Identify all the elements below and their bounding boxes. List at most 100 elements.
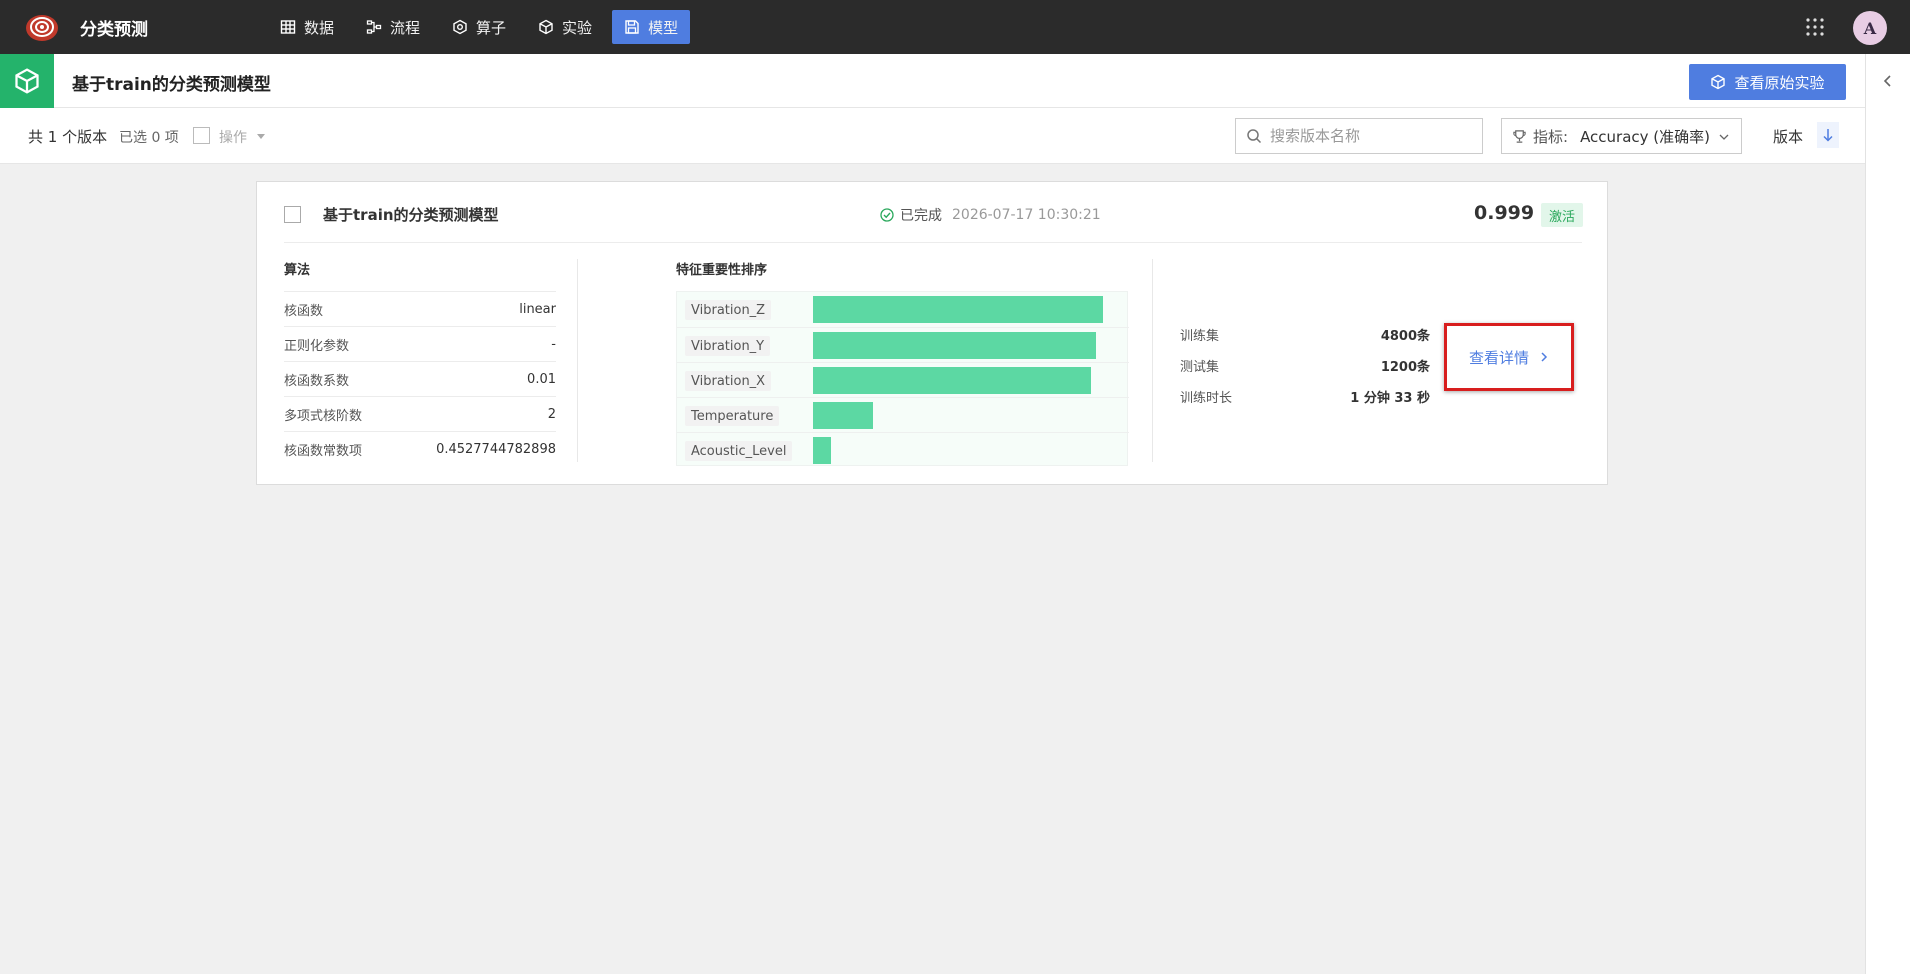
feature-row: Vibration_Y (677, 327, 1129, 362)
param-row: 正则化参数 - (284, 326, 556, 361)
select-all-checkbox[interactable] (193, 127, 210, 144)
app-logo-icon[interactable] (24, 11, 60, 43)
nav-item-flow[interactable]: 流程 (354, 10, 432, 44)
algorithm-params: 核函数 linear 正则化参数 - 核函数系数 0.01 多项式核阶数 2 核函数常数… (284, 291, 556, 466)
feature-label: Acoustic_Level (685, 441, 793, 461)
metric-value: Accuracy (准确率) (1580, 127, 1711, 146)
search-input[interactable] (1270, 127, 1470, 145)
trophy-icon (1513, 129, 1526, 143)
apps-grid-icon[interactable] (1805, 17, 1825, 37)
feature-row: Acoustic_Level (677, 432, 1129, 467)
column-divider (577, 259, 578, 462)
flow-icon (366, 20, 382, 34)
cube-icon (1711, 74, 1726, 90)
metric-select[interactable]: 指标: Accuracy (准确率) (1501, 118, 1742, 154)
nav-item-experiment[interactable]: 实验 (526, 10, 604, 44)
training-info-key: 测试集 (1180, 360, 1220, 375)
version-search[interactable] (1235, 118, 1483, 154)
nav-item-label: 模型 (648, 18, 679, 37)
sort-direction-button[interactable] (1817, 122, 1839, 148)
param-value: - (551, 336, 556, 352)
algorithm-section-title: 算法 (284, 263, 311, 278)
view-details-label: 查看详情 (1468, 348, 1529, 367)
save-icon (625, 20, 639, 34)
version-toolbar: 共 1 个版本 已选 0 项 操作 指标: Accuracy (准确率) 版本 (0, 108, 1865, 164)
version-status: 已完成 2026-07-17 10:30:21 (880, 205, 1101, 225)
avatar[interactable]: A (1853, 11, 1887, 45)
training-info-value: 1 分钟 33 秒 (1350, 391, 1430, 406)
feature-importance-chart: Vibration_Z Vibration_Y Vibration_X Tempera… (676, 291, 1129, 467)
nav-item-label: 算子 (476, 18, 507, 37)
status-timestamp: 2026-07-17 10:30:21 (952, 207, 1101, 223)
feature-row: Vibration_X (677, 362, 1129, 397)
feature-label: Vibration_X (685, 371, 772, 391)
metric-label: 指标: (1533, 127, 1569, 146)
feature-importance-bar (813, 402, 873, 429)
feature-importance-bar (813, 367, 1091, 394)
nav-item-data[interactable]: 数据 (268, 10, 346, 44)
version-count: 共 1 个版本 (28, 128, 108, 146)
param-key: 正则化参数 (284, 338, 350, 354)
status-badge: 激活 (1541, 203, 1584, 227)
page-title: 基于train的分类预测模型 (72, 75, 271, 95)
nav-item-operator[interactable]: 算子 (440, 10, 518, 44)
training-info-row: 训练集 4800条 (1180, 319, 1430, 350)
view-original-experiment-button[interactable]: 查看原始实验 (1689, 64, 1846, 100)
param-value: 0.01 (527, 371, 556, 387)
feature-importance-bar (813, 332, 1096, 359)
training-info-row: 训练时长 1 分钟 33 秒 (1180, 381, 1430, 412)
feature-row: Vibration_Z (677, 292, 1129, 327)
training-info-value: 1200条 (1380, 360, 1430, 375)
cube-icon (15, 68, 39, 94)
check-circle-icon (880, 208, 894, 222)
feature-label: Vibration_Z (685, 300, 772, 320)
app-title: 分类预测 (80, 20, 148, 40)
nav-item-model[interactable]: 模型 (612, 10, 691, 44)
feature-row: Temperature (677, 397, 1129, 432)
card-divider (284, 242, 1582, 243)
param-key: 核函数系数 (284, 373, 350, 389)
caret-down-icon (257, 134, 265, 139)
right-side-panel (1865, 54, 1910, 974)
operation-dropdown[interactable]: 操作 (219, 127, 247, 147)
operator-icon (453, 19, 467, 35)
arrow-down-icon (1823, 129, 1833, 142)
param-row: 多项式核阶数 2 (284, 396, 556, 431)
nav-item-label: 流程 (390, 18, 421, 37)
param-key: 核函数 (284, 303, 324, 319)
feature-label: Temperature (685, 406, 780, 426)
param-key: 核函数常数项 (284, 443, 363, 459)
param-key: 多项式核阶数 (284, 408, 363, 424)
metric-score: 0.999 (1474, 202, 1535, 224)
feature-importance-title: 特征重要性排序 (676, 263, 768, 278)
chevron-left-icon[interactable] (1881, 74, 1895, 88)
main-nav: 数据 流程 算子 实验 模型 (268, 10, 691, 44)
table-icon (280, 20, 296, 34)
training-info-row: 测试集 1200条 (1180, 350, 1430, 381)
param-value: 0.4527744782898 (436, 441, 556, 457)
top-nav-bar: 分类预测 数据 流程 算子 实验 模型 A (0, 0, 1910, 54)
view-original-experiment-label: 查看原始实验 (1734, 73, 1825, 92)
param-row: 核函数系数 0.01 (284, 361, 556, 396)
chevron-right-icon (1541, 352, 1548, 362)
param-value: 2 (547, 406, 556, 422)
param-value: linear (519, 301, 556, 317)
sort-by-version-label: 版本 (1773, 128, 1804, 146)
selected-count: 已选 0 项 (119, 130, 179, 146)
column-divider (1152, 259, 1153, 462)
param-row: 核函数常数项 0.4527744782898 (284, 431, 556, 466)
page-header: 基于train的分类预测模型 查看原始实验 (0, 54, 1865, 108)
training-info: 训练集 4800条 测试集 1200条 训练时长 1 分钟 33 秒 (1180, 319, 1430, 412)
training-info-key: 训练时长 (1180, 391, 1233, 406)
feature-importance-bar (813, 437, 831, 464)
view-details-button[interactable]: 查看详情 (1444, 323, 1574, 391)
cube-icon (539, 19, 553, 35)
param-row: 核函数 linear (284, 291, 556, 326)
training-info-key: 训练集 (1180, 329, 1220, 344)
version-checkbox[interactable] (284, 206, 301, 223)
feature-label: Vibration_Y (685, 336, 771, 356)
search-icon (1247, 129, 1262, 144)
nav-item-label: 实验 (562, 18, 593, 37)
model-icon-box (0, 54, 54, 108)
chevron-down-icon (1719, 134, 1729, 140)
